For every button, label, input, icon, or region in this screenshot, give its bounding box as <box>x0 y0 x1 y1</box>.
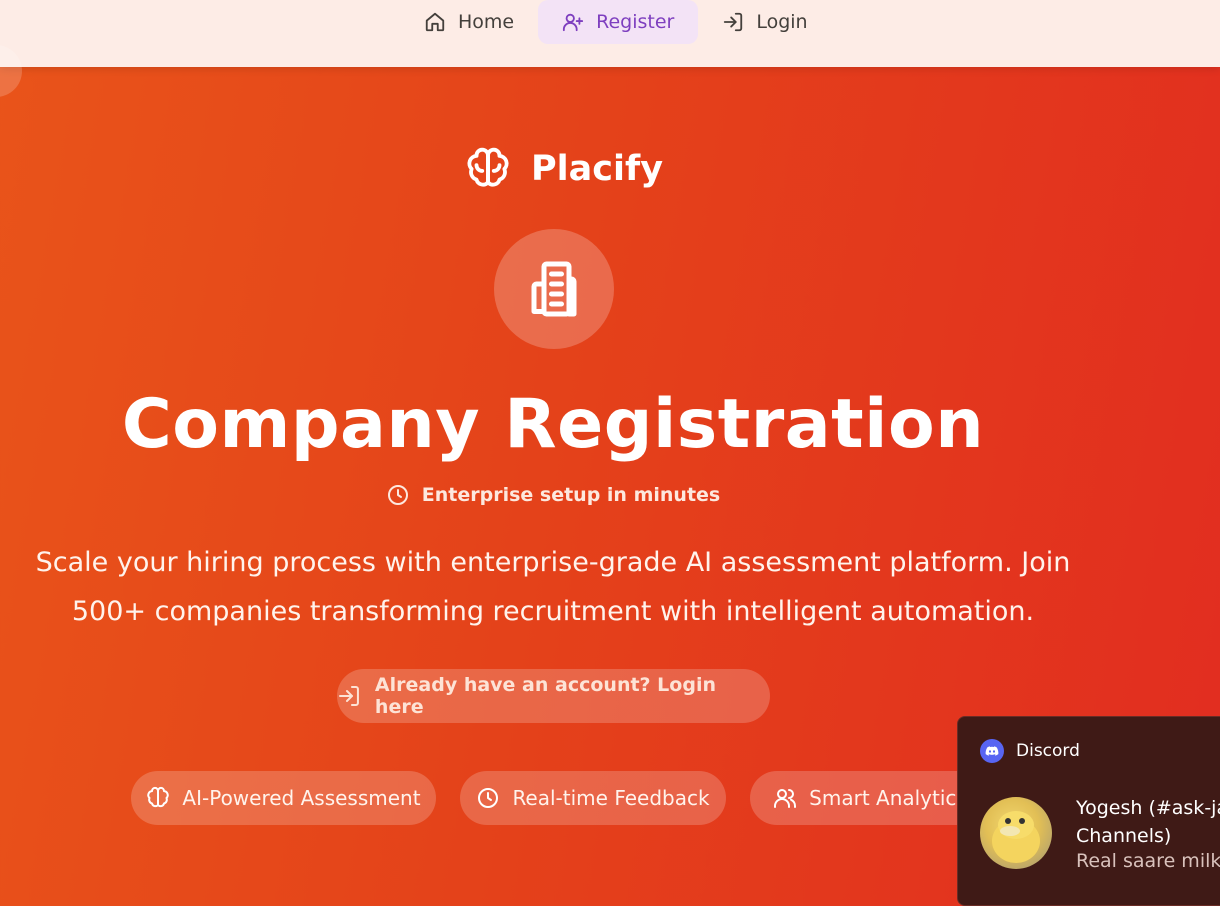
top-navbar: Home Register Login <box>0 0 1220 67</box>
notification-title: Yogesh (#ask-ja Channels) <box>1076 794 1220 850</box>
discord-icon <box>980 739 1004 763</box>
feature-ai-assessment: AI-Powered Assessment <box>131 771 436 825</box>
notification-title-line-1: Yogesh (#ask-ja <box>1076 797 1220 819</box>
login-icon <box>724 12 743 32</box>
brain-icon <box>467 147 509 187</box>
clock-icon <box>478 788 499 808</box>
login-icon <box>338 686 359 706</box>
hero-icon-circle <box>494 229 614 349</box>
notification-title-line-2: Channels) <box>1076 825 1172 847</box>
brand-name: Placify <box>531 149 664 189</box>
main-nav: Home Register Login <box>400 0 832 44</box>
avatar <box>980 797 1052 869</box>
description-line-2: 500+ companies transforming recruitment … <box>71 596 1035 627</box>
clock-icon <box>387 485 408 505</box>
nav-register[interactable]: Register <box>538 0 699 44</box>
home-icon <box>425 12 445 32</box>
brain-icon <box>147 786 170 808</box>
subtitle: Enterprise setup in minutes <box>0 483 1106 507</box>
nav-register-label: Register <box>596 11 675 33</box>
nav-home-label: Home <box>458 11 515 33</box>
subtitle-text: Enterprise setup in minutes <box>421 484 721 506</box>
feature-label: Smart Analytics <box>809 786 967 810</box>
nav-login-label: Login <box>756 11 808 33</box>
notification-app-name: Discord <box>1016 741 1080 761</box>
users-icon <box>774 789 797 808</box>
building-icon <box>531 261 577 317</box>
feature-label: AI-Powered Assessment <box>182 786 421 810</box>
description-line-1: Scale your hiring process with enterpris… <box>35 547 1071 578</box>
feature-realtime-feedback: Real-time Feedback <box>460 771 726 825</box>
page-title: Company Registration <box>121 385 985 464</box>
discord-notification[interactable]: Discord Yogesh (#ask-ja Channels) Real s… <box>957 716 1220 906</box>
notification-header: Discord <box>980 739 1080 763</box>
notification-body: Real saare milko <box>1076 850 1220 872</box>
nav-home[interactable]: Home <box>400 0 538 44</box>
feature-label: Real-time Feedback <box>512 786 710 810</box>
brand: Placify <box>465 146 663 192</box>
login-link-button[interactable]: Already have an account? Login here <box>337 669 770 723</box>
nav-login[interactable]: Login <box>698 0 831 44</box>
feature-smart-analytics: Smart Analytics <box>750 771 990 825</box>
hero-description: Scale your hiring process with enterpris… <box>30 538 1076 636</box>
login-link-label: Already have an account? Login here <box>374 674 716 718</box>
user-plus-icon <box>563 13 584 32</box>
